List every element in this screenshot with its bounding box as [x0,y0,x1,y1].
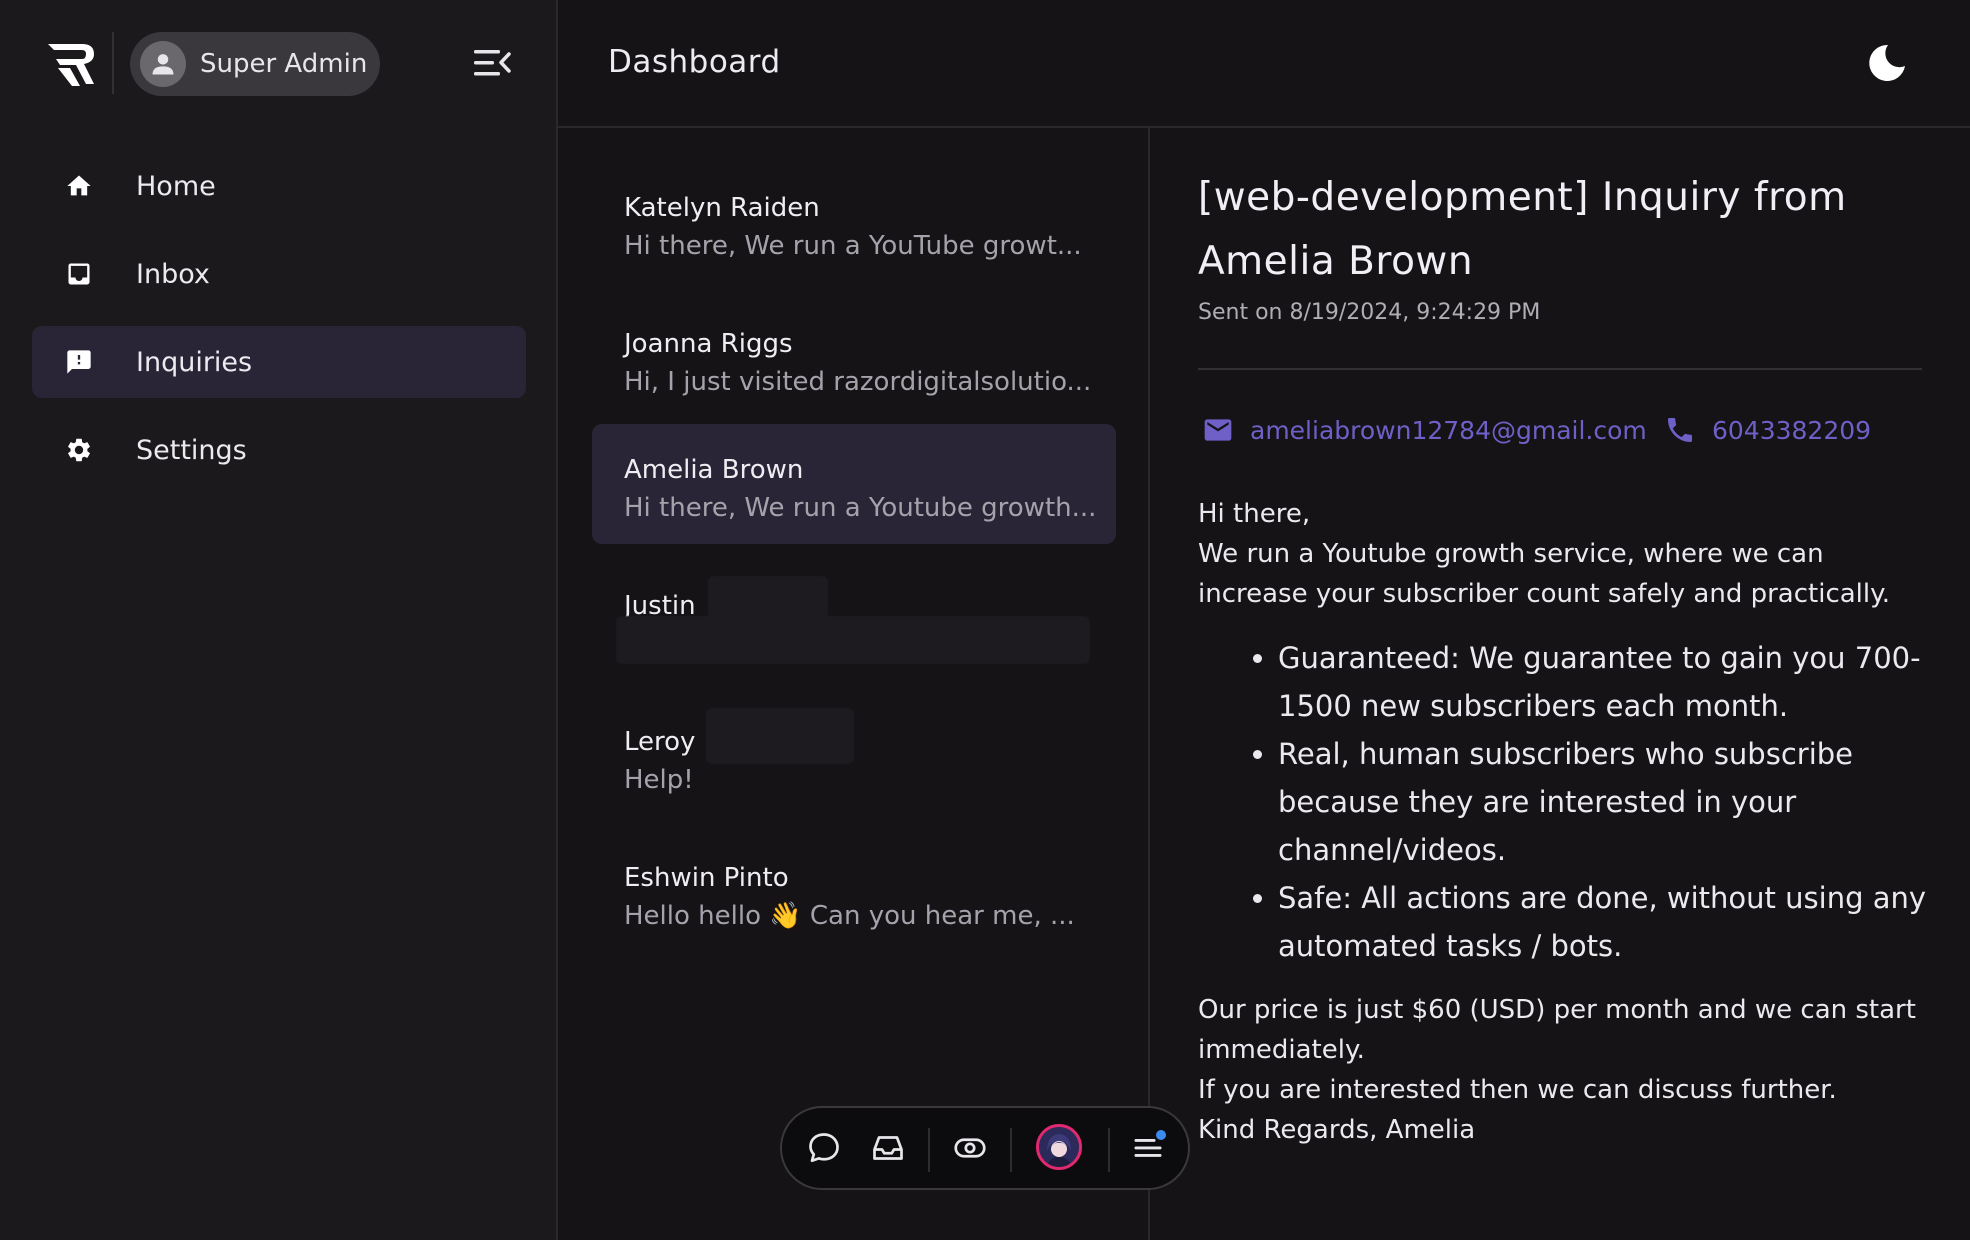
bullet-item: Guaranteed: We guarantee to gain you 700… [1278,634,1938,730]
sidebar-item-home[interactable]: Home [32,150,526,222]
inquiry-message: Hi there, We run a Youtube growth servic… [1198,494,1938,1150]
redacted-text [706,708,854,764]
message-intro: We run a Youtube growth service, where w… [1198,539,1891,609]
message-greeting: Hi there, [1198,499,1311,529]
inbox-icon [64,259,94,289]
inquiry-title: [web-development] Inquiry from Amelia Br… [1198,175,1847,284]
visibility-toggle-icon[interactable] [950,1128,990,1168]
sidebar-item-inquiries[interactable]: Inquiries [32,326,526,398]
phone-number: 6043382209 [1712,415,1872,445]
inquiry-snippet: Hi, I just visited razordigitalsolutio..… [624,367,1092,397]
profile-avatar[interactable] [1036,1124,1082,1170]
floating-dock [780,1106,1190,1190]
inquiry-snippet: Help! [624,765,694,795]
tray-icon[interactable] [868,1128,908,1168]
user-name: Super Admin [200,49,368,79]
email-address: ameliabrown12784@gmail.com [1250,415,1647,445]
redacted-text [616,616,1090,664]
list-item[interactable]: Amelia Brown Hi there, We run a Youtube … [592,424,1116,544]
mail-icon [1202,414,1234,446]
person-icon [152,54,174,75]
sidebar-item-label: Settings [136,434,247,466]
inquiry-sender: Eshwin Pinto [624,863,789,893]
dock-divider [928,1128,930,1172]
message-signoff: Kind Regards, Amelia [1198,1115,1476,1145]
feedback-icon [64,347,94,377]
logo-divider [112,32,114,94]
message-price: Our price is just $60 (USD) per month an… [1198,995,1916,1065]
inquiry-snippet: Hi there, We run a Youtube growth... [624,493,1094,523]
sidebar: Super Admin Home Inbox Inquiries Setting… [0,0,558,1240]
top-bar: Dashboard [558,0,1970,128]
list-item[interactable]: Katelyn Raiden Hi there, We run a YouTub… [592,162,1116,282]
notification-dot [1156,1130,1166,1140]
inquiry-snippet: Hello hello 👋 Can you hear me, ... [624,901,1075,931]
bullet-item: Real, human subscribers who subscribe be… [1278,730,1938,874]
sent-timestamp: Sent on 8/19/2024, 9:24:29 PM [1198,300,1541,325]
menu-collapse-icon[interactable] [472,46,512,80]
dock-divider [1108,1128,1110,1172]
user-chip[interactable]: Super Admin [130,32,380,96]
inquiry-sender: Leroy [624,727,696,757]
divider [1198,368,1922,370]
list-item[interactable]: Eshwin Pinto Hello hello 👋 Can you hear … [592,832,1116,952]
home-icon [64,171,94,201]
gear-icon [64,435,94,465]
sidebar-item-label: Inquiries [136,346,253,378]
inquiry-sender: Amelia Brown [624,455,804,485]
sidebar-item-label: Inbox [136,258,210,290]
brand-logo[interactable] [46,40,98,88]
phone-icon [1664,414,1696,446]
inquiry-sender: Joanna Riggs [624,329,793,359]
dock-divider [1010,1128,1012,1172]
sidebar-item-label: Home [136,170,216,202]
list-item[interactable]: Leroy Help! [592,696,1116,816]
dark-mode-toggle[interactable] [1866,42,1908,84]
message-bullets: Guaranteed: We guarantee to gain you 700… [1198,634,1938,970]
avatar [140,41,186,87]
inquiry-list: Katelyn Raiden Hi there, We run a YouTub… [558,128,1150,1240]
inquiry-sender: Katelyn Raiden [624,193,820,223]
redacted-text [708,576,828,620]
sidebar-nav: Home Inbox Inquiries Settings [32,150,526,502]
inquiry-detail: [web-development] Inquiry from Amelia Br… [1150,128,1970,1240]
moon-icon [1869,44,1905,81]
list-item[interactable]: Joanna Riggs Hi, I just visited razordig… [592,298,1116,418]
sidebar-header: Super Admin [0,0,556,128]
bullet-item: Safe: All actions are done, without usin… [1278,874,1938,970]
phone-link[interactable]: 6043382209 [1664,414,1871,446]
sidebar-item-inbox[interactable]: Inbox [32,238,526,310]
menu-icon[interactable] [1128,1128,1168,1168]
message-further: If you are interested then we can discus… [1198,1075,1837,1105]
page-title: Dashboard [608,44,781,80]
inquiry-snippet: Hi there, We run a YouTube growt... [624,231,1082,261]
chat-icon[interactable] [804,1128,844,1168]
email-link[interactable]: ameliabrown12784@gmail.com [1202,414,1647,446]
sidebar-item-settings[interactable]: Settings [32,414,526,486]
